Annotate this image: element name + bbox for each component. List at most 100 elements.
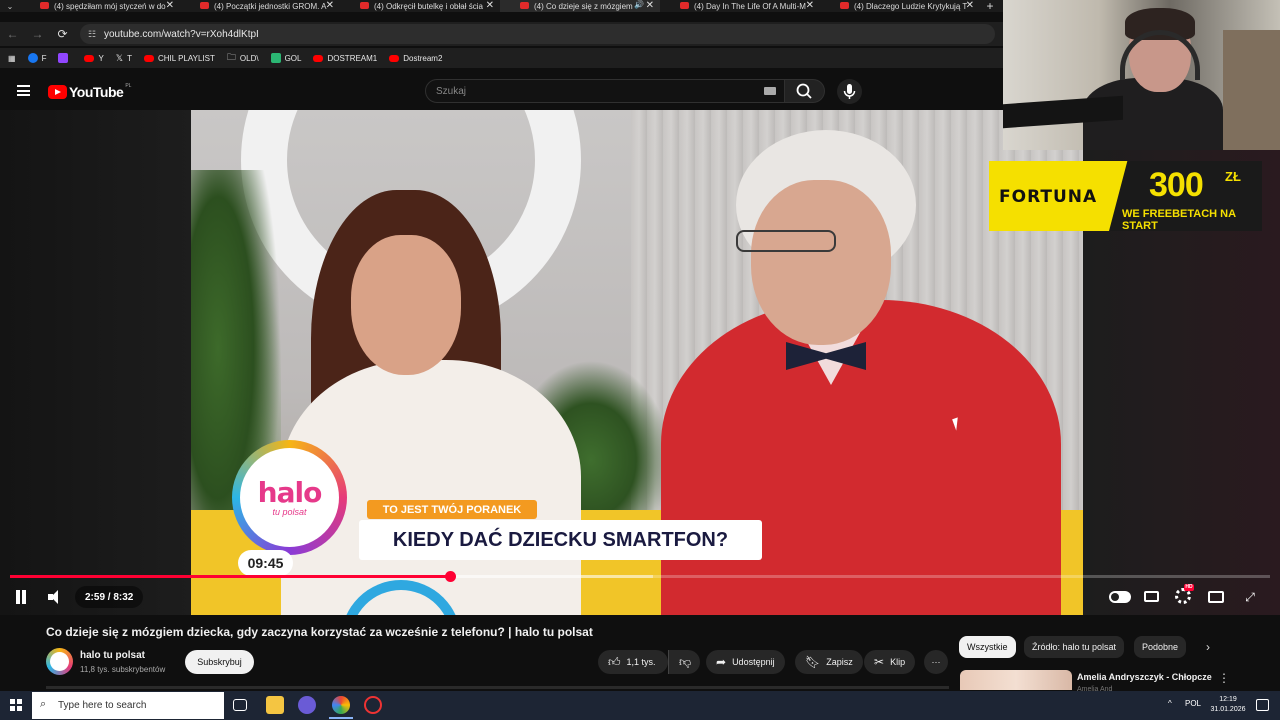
- show-logo-word: halo: [257, 475, 323, 509]
- channel-avatar[interactable]: [46, 648, 73, 675]
- bookmark-item[interactable]: Y: [84, 53, 104, 63]
- like-button[interactable]: 👍︎ 1,1 tys.: [598, 650, 668, 674]
- video-title: Co dzieje się z mózgiem dziecka, gdy zac…: [46, 625, 593, 639]
- youtube-favicon-icon: [200, 2, 209, 9]
- task-view-icon[interactable]: [233, 699, 247, 711]
- notification-icon[interactable]: [1256, 699, 1269, 711]
- subtitles-icon[interactable]: [1144, 591, 1159, 602]
- description-scrollbar[interactable]: [46, 686, 949, 689]
- tray-chevron-icon[interactable]: ^: [1168, 699, 1172, 708]
- channel-subscribers: 11,8 tys. subskrybentów: [80, 665, 166, 674]
- more-dots-icon: ···: [931, 657, 941, 667]
- address-bar[interactable]: ☷ youtube.com/watch?v=rXoh4dlKtpI: [80, 24, 995, 44]
- chip-similar[interactable]: Podobne: [1134, 636, 1187, 658]
- close-tab-icon[interactable]: ✕: [806, 0, 814, 11]
- menu-hamburger-icon[interactable]: [17, 85, 30, 96]
- browser-tab[interactable]: (4) spędziłam mój styczeń w do ✕: [20, 0, 180, 12]
- close-tab-icon[interactable]: ✕: [166, 0, 174, 11]
- youtube-icon: [143, 54, 154, 62]
- bookmark-item[interactable]: 𝕏T: [116, 53, 132, 64]
- audio-playing-icon[interactable]: 🔊: [634, 0, 644, 9]
- recommendation-title[interactable]: Amelia Andryszczyk - Chłopcze: [1077, 672, 1212, 682]
- browser-tab-active[interactable]: (4) Co dzieje się z mózgiem 🔊 ✕: [500, 0, 660, 12]
- search-button[interactable]: [785, 79, 825, 103]
- chevron-right-icon[interactable]: ›: [1206, 640, 1210, 654]
- tab-search-button[interactable]: ⌄: [0, 2, 20, 11]
- new-tab-button[interactable]: +: [980, 0, 1000, 13]
- taskbar-search-placeholder: Type here to search: [58, 700, 147, 711]
- bookmark-item[interactable]: F: [27, 53, 46, 63]
- bookmarks-bar: ▦ F Y 𝕏T CHIL PLAYLIST 🗀 OLD\ GOL DOSTREA…: [0, 48, 1003, 68]
- guest-face: [751, 180, 891, 345]
- site-info-icon[interactable]: ☷: [88, 29, 96, 40]
- bookmark-item[interactable]: CHIL PLAYLIST: [143, 54, 215, 63]
- presenter-face: [351, 235, 461, 375]
- theater-mode-icon[interactable]: [1208, 591, 1224, 603]
- volume-icon[interactable]: [48, 589, 64, 605]
- apps-grid-icon[interactable]: ▦: [8, 54, 16, 63]
- browser-tab[interactable]: (4) Początki jednostki GROM. A ✕: [180, 0, 340, 12]
- facebook-icon: [27, 53, 38, 63]
- url-text: youtube.com/watch?v=rXoh4dlKtpI: [104, 28, 259, 40]
- chip-source[interactable]: Źródło: halo tu polsat: [1024, 636, 1125, 658]
- save-button[interactable]: 🔖︎ Zapisz: [795, 650, 863, 674]
- bookmark-item[interactable]: 🗀 OLD\: [227, 50, 259, 66]
- keyboard-icon[interactable]: [764, 87, 776, 95]
- hd-badge: HD: [1184, 584, 1194, 591]
- search-placeholder: Szukaj: [436, 85, 467, 97]
- browser-tab[interactable]: (4) Dlaczego Ludzie Krytykują T ✕: [820, 0, 980, 12]
- fullscreen-icon[interactable]: ⤢: [1241, 589, 1259, 605]
- app-icon[interactable]: [298, 696, 316, 714]
- taskbar-search-input[interactable]: ⌕ Type here to search: [32, 692, 224, 719]
- video-frame[interactable]: halo tu polsat 09:45 TO JEST TWÓJ PORANE…: [191, 110, 1083, 615]
- voice-search-button[interactable]: [837, 79, 862, 104]
- bookmark-label: Y: [98, 53, 104, 63]
- browser-tab[interactable]: (4) Odkręcił butelkę i obłał ścia ✕: [340, 0, 500, 12]
- bookmark-item[interactable]: [58, 53, 72, 63]
- close-tab-icon[interactable]: ✕: [966, 0, 974, 11]
- recommendation-thumbnail[interactable]: [960, 670, 1072, 690]
- pause-icon[interactable]: [14, 590, 28, 606]
- close-tab-icon[interactable]: ✕: [646, 0, 654, 11]
- channel-name[interactable]: halo tu polsat: [80, 650, 145, 661]
- clip-button[interactable]: ✂ Klip: [864, 650, 916, 674]
- chip-all[interactable]: Wszystkie: [959, 636, 1016, 658]
- youtube-logo[interactable]: YouTube PL: [48, 83, 131, 100]
- progress-bar[interactable]: [10, 571, 1270, 582]
- more-vert-icon[interactable]: ⋮: [1218, 671, 1230, 685]
- subscribe-button[interactable]: Subskrybuj: [185, 650, 254, 674]
- bookmark-label: GOL: [284, 53, 302, 63]
- browser-tab[interactable]: (4) Day In The Life Of A Multi-M ✕: [660, 0, 820, 12]
- back-arrow-icon[interactable]: ←: [0, 27, 25, 41]
- dislike-button[interactable]: 👎︎: [668, 650, 700, 674]
- bookmark-item[interactable]: DOSTREAM1: [313, 54, 377, 63]
- forward-arrow-icon[interactable]: →: [25, 27, 50, 41]
- progress-played: [10, 575, 450, 578]
- close-tab-icon[interactable]: ✕: [486, 0, 494, 11]
- file-explorer-icon[interactable]: [266, 696, 284, 714]
- share-button[interactable]: ➦ Udostępnij: [706, 650, 785, 674]
- close-tab-icon[interactable]: ✕: [326, 0, 334, 11]
- more-actions-button[interactable]: ···: [924, 650, 948, 674]
- show-logo-inner: halo tu polsat: [240, 448, 339, 547]
- autoplay-toggle-icon[interactable]: [1109, 591, 1131, 603]
- youtube-icon: [84, 54, 95, 62]
- system-clock[interactable]: 12:19 31.01.2026: [1206, 695, 1250, 715]
- banner-amount: 300: [1149, 166, 1204, 204]
- share-label: Udostępnij: [732, 657, 775, 667]
- chrome-icon[interactable]: [332, 696, 350, 714]
- share-arrow-icon: ➦: [716, 655, 727, 669]
- bookmark-item[interactable]: Dostream2: [389, 54, 442, 63]
- banner-currency: ZŁ: [1225, 169, 1241, 184]
- youtube-play-icon: [48, 85, 67, 99]
- windows-start-icon[interactable]: [10, 699, 22, 711]
- language-indicator[interactable]: POL: [1185, 699, 1201, 708]
- folder-icon: 🗀: [226, 52, 236, 62]
- search-input[interactable]: Szukaj: [425, 79, 785, 103]
- obs-icon[interactable]: [364, 696, 382, 714]
- progress-scrubber[interactable]: [444, 571, 456, 582]
- show-logo-sub: tu polsat: [272, 506, 307, 517]
- reload-icon[interactable]: ⟳: [50, 27, 75, 41]
- twitch-icon: [58, 53, 69, 63]
- bookmark-item[interactable]: GOL: [270, 53, 302, 63]
